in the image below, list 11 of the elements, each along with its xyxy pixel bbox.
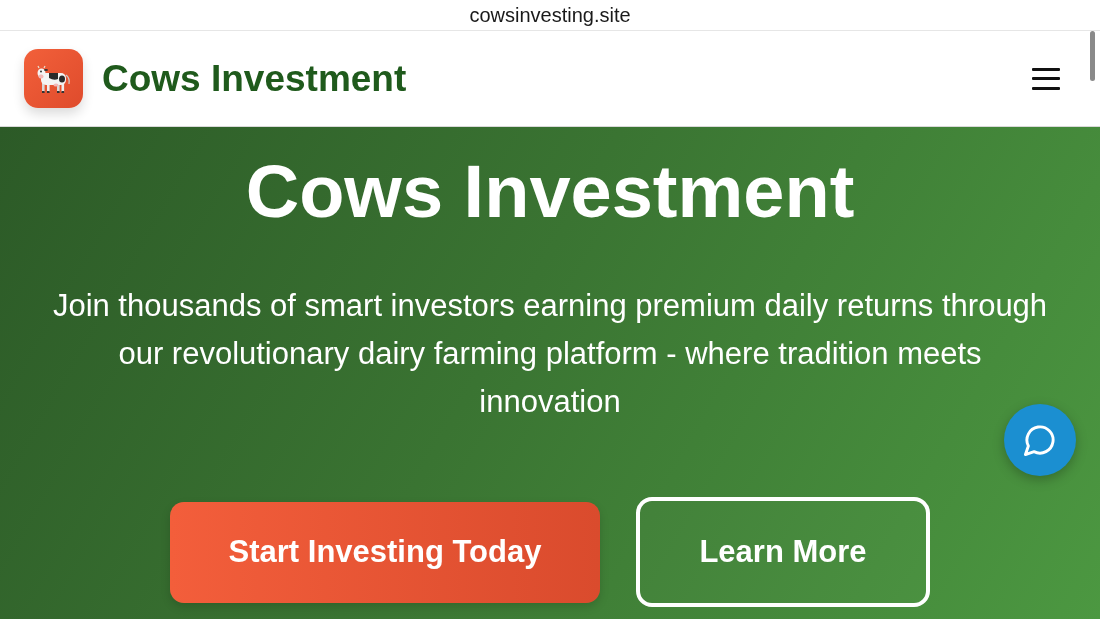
learn-more-button[interactable]: Learn More: [636, 497, 930, 607]
start-investing-button[interactable]: Start Investing Today: [170, 501, 600, 603]
hero-title: Cows Investment: [245, 149, 855, 235]
chat-bubble-icon: [1024, 424, 1056, 456]
menu-button[interactable]: [1032, 67, 1060, 90]
brand-name[interactable]: Cows Investment: [102, 57, 407, 100]
cow-logo-icon: [24, 49, 83, 108]
scrollbar-thumb[interactable]: [1090, 31, 1095, 81]
address-bar-url[interactable]: cowsinvesting.site: [469, 3, 631, 27]
hero-description: Join thousands of smart investors earning premium daily returns through our revolutionary dairy farming platform - where tradition meets innovation: [51, 287, 1049, 421]
chat-button[interactable]: [1004, 404, 1076, 476]
